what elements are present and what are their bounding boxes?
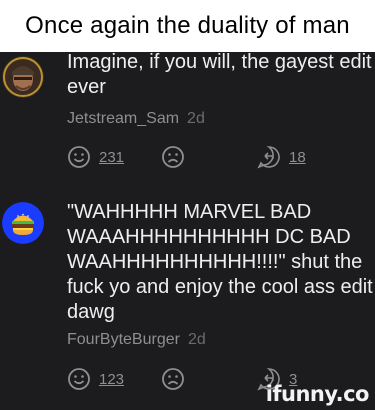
frown-icon bbox=[162, 146, 184, 168]
ifunny-watermark: ifunny.co bbox=[265, 382, 370, 406]
comment-time: 2d bbox=[187, 331, 206, 348]
unsmile-button[interactable] bbox=[161, 145, 185, 169]
smile-count[interactable]: 231 bbox=[99, 149, 124, 166]
unsmile-button[interactable] bbox=[161, 367, 185, 391]
comment-feed: Imagine, if you will, the gayest edit ev… bbox=[0, 52, 375, 410]
smile-count[interactable]: 123 bbox=[99, 371, 124, 388]
smile-icon bbox=[68, 368, 90, 390]
reply-count[interactable]: 18 bbox=[289, 149, 306, 166]
comment-username[interactable]: Jetstream_Sam bbox=[67, 110, 179, 127]
reply-icon bbox=[257, 146, 280, 169]
watermark-text: ifunny.co bbox=[265, 382, 370, 406]
soldier-avatar-icon[interactable] bbox=[2, 56, 44, 98]
comment-meta: Jetstream_Sam 2d bbox=[67, 110, 205, 128]
comment-text: "WAHHHHH MARVEL BAD WAAAHHHHHHHHHH DC BA… bbox=[67, 201, 373, 323]
burger-avatar-icon[interactable] bbox=[2, 202, 44, 244]
meme-caption: Once again the duality of man bbox=[25, 12, 350, 39]
meme-caption-bar: Once again the duality of man bbox=[0, 0, 375, 52]
comment-time: 2d bbox=[187, 110, 205, 127]
comment-username[interactable]: FourByteBurger bbox=[67, 331, 180, 348]
reply-button[interactable]: 18 bbox=[257, 145, 306, 169]
comment-text: Imagine, if you will, the gayest edit ev… bbox=[67, 52, 372, 98]
smile-button[interactable]: 123 bbox=[67, 367, 124, 391]
comment-actions: 231 18 bbox=[67, 145, 367, 171]
frown-icon bbox=[162, 368, 184, 390]
smile-icon bbox=[68, 146, 90, 168]
comment-meta: FourByteBurger 2d bbox=[67, 331, 206, 349]
smile-button[interactable]: 231 bbox=[67, 145, 124, 169]
